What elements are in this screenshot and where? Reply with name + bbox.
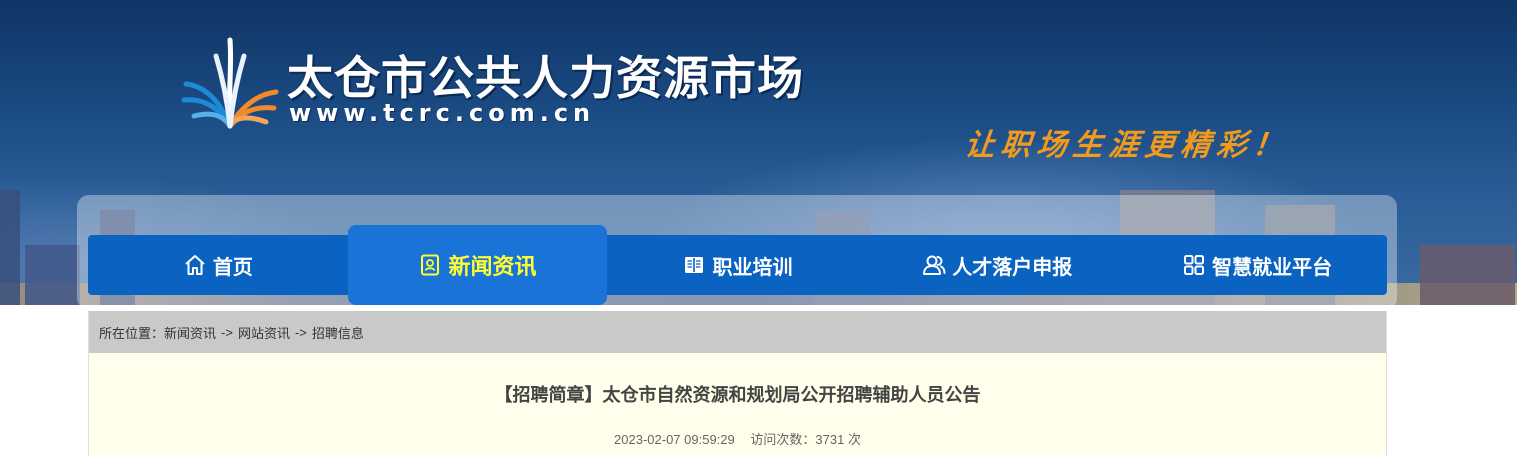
breadcrumb-link-news[interactable]: 新闻资讯 (164, 323, 216, 342)
nav-item-talent-settlement[interactable]: 人才落户申报 (867, 235, 1127, 295)
article-visits: 访问次数：3731 次 (750, 432, 861, 447)
breadcrumb-separator: -> (221, 324, 233, 340)
visits-count: 3731 (815, 432, 845, 447)
breadcrumb-link-site-news[interactable]: 网站资讯 (238, 323, 290, 342)
site-url: www.tcrc.com.cn (289, 99, 596, 127)
visits-label: 访问次数： (750, 432, 816, 447)
nav-item-news[interactable]: 新闻资讯 (348, 225, 607, 305)
building-decoration (1420, 245, 1515, 305)
news-icon (418, 253, 442, 277)
nav-item-label: 职业培训 (712, 254, 793, 279)
grid-icon (1182, 253, 1206, 277)
breadcrumb-prefix: 所在位置： (99, 325, 165, 341)
building-decoration (25, 245, 80, 305)
visits-unit: 次 (847, 432, 861, 447)
nav-item-home[interactable]: 首页 (88, 235, 348, 295)
users-icon (922, 253, 946, 277)
breadcrumb-link-recruitment[interactable]: 招聘信息 (312, 323, 364, 342)
building-decoration (0, 190, 20, 305)
slogan: 让职场生涯更精彩！ (962, 128, 1291, 163)
article-title: 【招聘简章】太仓市自然资源和规划局公开招聘辅助人员公告 (494, 385, 981, 406)
nav-item-label: 首页 (212, 254, 253, 279)
breadcrumb-separator: -> (294, 324, 307, 340)
breadcrumb: 所在位置： 新闻资讯 -> 网站资讯 -> 招聘信息 (89, 311, 1386, 353)
fan-logo-icon[interactable] (180, 36, 280, 131)
main-nav: 首页 职业培训 人才落户申报 智慧就业平台 新闻资讯 (88, 225, 1387, 305)
home-icon (183, 253, 207, 277)
nav-item-smart-employment[interactable]: 智慧就业平台 (1127, 235, 1387, 295)
book-icon (682, 253, 706, 277)
article: 【招聘简章】太仓市自然资源和规划局公开招聘辅助人员公告 2023-02-07 0… (89, 353, 1386, 456)
nav-item-label: 人才落户申报 (952, 254, 1073, 279)
article-meta: 2023-02-07 09:59:29 访问次数：3731 次 (89, 429, 1386, 448)
nav-item-training[interactable]: 职业培训 (608, 235, 868, 295)
article-datetime: 2023-02-07 09:59:29 (614, 432, 735, 447)
content-area: 所在位置： 新闻资讯 -> 网站资讯 -> 招聘信息 【招聘简章】太仓市自然资源… (88, 311, 1387, 456)
nav-item-label: 智慧就业平台 (1212, 254, 1333, 279)
nav-item-label: 新闻资讯 (448, 255, 537, 280)
